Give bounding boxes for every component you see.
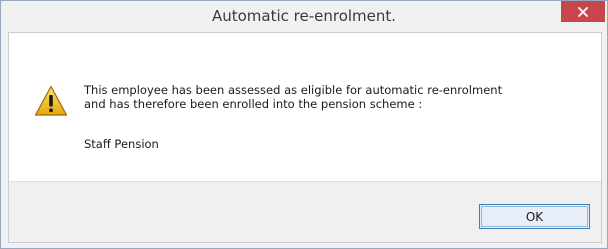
dialog-body: This employee has been assessed as eligi…: [8, 32, 602, 243]
message-area: This employee has been assessed as eligi…: [9, 33, 601, 181]
title-bar[interactable]: Automatic re-enrolment.: [1, 1, 607, 32]
button-bar: OK: [9, 181, 601, 242]
warning-icon: [34, 85, 68, 117]
window-title: Automatic re-enrolment.: [211, 7, 397, 25]
ok-button[interactable]: OK: [479, 204, 590, 229]
message-text: This employee has been assessed as eligi…: [84, 83, 589, 111]
message-line-1: This employee has been assessed as eligi…: [84, 83, 503, 97]
close-icon: [578, 2, 588, 21]
dialog-window: Automatic re-enrolment. This employee ha…: [0, 0, 608, 249]
close-button[interactable]: [561, 1, 605, 22]
message-line-2: and has therefore been enrolled into the…: [84, 97, 423, 111]
pension-scheme-name: Staff Pension: [84, 137, 159, 151]
